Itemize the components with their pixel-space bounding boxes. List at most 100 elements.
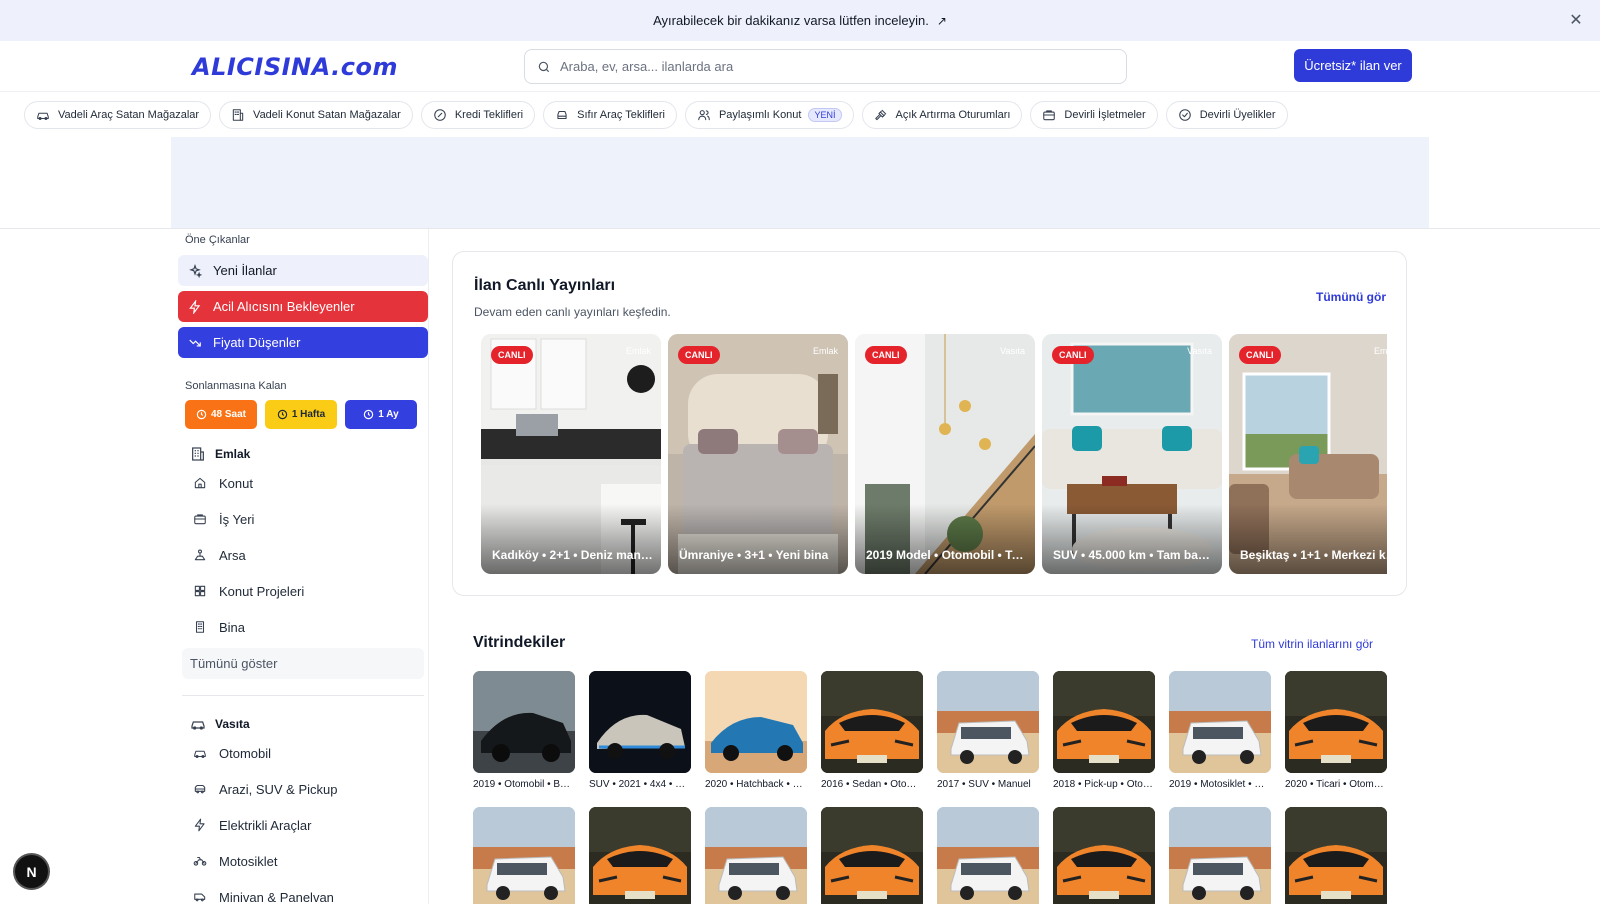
sidebar-category-item[interactable]: Minivan & Panelvan [193, 879, 428, 904]
showcase-item[interactable] [1053, 807, 1155, 904]
showcase-caption: SUV • 2021 • 4x4 • Dizel [589, 779, 691, 790]
see-all-link[interactable]: Tümünü gör [1316, 290, 1386, 304]
live-stream-card[interactable]: CANLI Emlak Kadıköy • 2+1 • Deniz manzaral… [481, 334, 661, 574]
live-stream-card[interactable]: CANLI Emlak Ümraniye • 3+1 • Yeni bina [668, 334, 848, 574]
home-icon [193, 476, 219, 490]
sparkles-icon [189, 263, 202, 278]
sidebar-divider [428, 229, 429, 904]
land-icon [193, 548, 219, 562]
sidebar-category-item[interactable]: Arsa [193, 537, 428, 573]
showcase-item[interactable] [821, 807, 923, 904]
site-logo[interactable]: ALICISINA.com [192, 53, 398, 81]
category-emlak[interactable]: Emlak [190, 443, 428, 465]
showcase-item[interactable]: 2019 • Otomobil • Benzin [473, 671, 575, 790]
post-ad-button[interactable]: Ücretsiz* ilan ver [1294, 49, 1412, 82]
remaining-label: Sonlanmasına Kalan [185, 380, 287, 392]
showcase-item[interactable] [937, 807, 1039, 904]
live-stream-card[interactable]: CANLI Vasıta SUV • 45.000 km • Tam bakımlı [1042, 334, 1222, 574]
listing-thumbnail [705, 807, 807, 904]
sidebar-item-urgent[interactable]: Acil Alıcısını Bekleyenler [178, 291, 428, 322]
sidebar-category-label: Motosiklet [219, 853, 278, 869]
sidebar-category-item[interactable]: Otomobil [193, 735, 428, 771]
search-box[interactable] [524, 49, 1127, 84]
sidebar-category-item[interactable]: Arazi, SUV & Pickup [193, 771, 428, 807]
quick-link-chip[interactable]: Devirli İşletmeler [1030, 100, 1158, 129]
showcase-item[interactable]: 2020 • Ticari • Otomatik [1285, 671, 1387, 790]
sidebar-category-label: Bina [219, 619, 246, 635]
listing-thumbnail [1285, 807, 1387, 904]
showcase-caption: 2020 • Ticari • Otomatik [1285, 779, 1387, 790]
live-stream-card[interactable]: CANLI Vasıta 2019 Model • Otomobil • Temiz [855, 334, 1035, 574]
site-header: ALICISINA.com Ücretsiz* ilan ver [0, 41, 1600, 92]
showcase-item[interactable] [589, 807, 691, 904]
check-circle-icon [1178, 108, 1192, 122]
quick-link-chip[interactable]: Paylaşımlı Konut YENİ [684, 100, 854, 129]
listing-thumbnail [589, 671, 691, 773]
showcase-grid: 2019 • Otomobil • Benzin SUV • 2021 • 4x4… [473, 671, 1408, 904]
search-input[interactable] [560, 59, 1100, 74]
show-all-button[interactable]: Tümünü göster [182, 648, 424, 679]
car-icon [36, 108, 50, 122]
building-icon [192, 447, 204, 461]
listing-thumbnail [1053, 671, 1155, 773]
showcase-item[interactable] [1285, 807, 1387, 904]
sidebar-category-item[interactable]: İş Yeri [193, 501, 428, 537]
announcement-text[interactable]: Ayırabilecek bir dakikanız varsa lütfen … [653, 13, 929, 28]
sidebar-item-label: Acil Alıcısını Bekleyenler [213, 299, 355, 314]
time-1w-button[interactable]: 1 Hafta [265, 400, 337, 429]
nav-avatar-button[interactable]: N [15, 855, 48, 888]
showcase-item[interactable]: 2019 • Motosiklet • Benzin [1169, 671, 1271, 790]
percent-icon [433, 108, 447, 122]
sidebar-category-item[interactable]: Konut Projeleri [193, 573, 428, 609]
quick-link-chip[interactable]: Kredi Teklifleri [420, 100, 536, 129]
quick-link-chip[interactable]: Devirli Üyelikler [1165, 100, 1288, 129]
search-icon [538, 61, 550, 72]
quick-link-chip[interactable]: Vadeli Araç Satan Mağazalar [24, 100, 212, 129]
live-carousel[interactable]: CANLI Emlak Kadıköy • 2+1 • Deniz manzaral… [481, 334, 1387, 574]
showcase-item[interactable]: 2016 • Sedan • Otomatik [821, 671, 923, 790]
external-link-icon[interactable]: ↗ [937, 14, 947, 28]
sidebar-item-price-drops[interactable]: Fiyatı Düşenler [178, 327, 428, 358]
category-title: Vasıta [215, 717, 250, 731]
showcase-item[interactable]: 2017 • SUV • Manuel [937, 671, 1039, 790]
clock-icon [196, 409, 207, 420]
featured-label: Öne Çıkanlar [185, 234, 250, 246]
showcase-item[interactable]: 2018 • Pick-up • Otomatik [1053, 671, 1155, 790]
category-vasita[interactable]: Vasıta [190, 713, 428, 735]
sidebar-category-item[interactable]: Konut [193, 465, 428, 501]
quick-link-chip[interactable]: Vadeli Konut Satan Mağazalar [219, 100, 413, 129]
showcase-item[interactable] [705, 807, 807, 904]
showcase-item[interactable] [1169, 807, 1271, 904]
car-icon [191, 721, 205, 730]
chip-label: Vadeli Konut Satan Mağazalar [253, 108, 401, 121]
live-caption: Ümraniye • 3+1 • Yeni bina [679, 548, 829, 562]
showcase-item[interactable]: SUV • 2021 • 4x4 • Dizel [589, 671, 691, 790]
sidebar-category-item[interactable]: Bina [193, 609, 428, 645]
live-stream-card[interactable]: CANLI Emlak Beşiktaş • 1+1 • Merkezi konum [1229, 334, 1387, 574]
sidebar-item-new-listings[interactable]: Yeni İlanlar [178, 255, 428, 286]
close-icon[interactable]: ✕ [1566, 10, 1586, 30]
section-subtitle: Devam eden canlı yayınları keşfedin. [474, 305, 671, 319]
quick-link-chip[interactable]: Sıfır Araç Teklifleri [543, 100, 677, 129]
see-all-showcase-link[interactable]: Tüm vitrin ilanlarını gör [1251, 637, 1373, 651]
showcase-item[interactable]: 2020 • Hatchback • Benzin [705, 671, 807, 790]
chip-label: Devirli İşletmeler [1064, 108, 1146, 121]
time-1m-button[interactable]: 1 Ay [345, 400, 417, 429]
category-tag: Vasıta [1000, 346, 1025, 356]
showcase-caption: 2018 • Pick-up • Otomatik [1053, 779, 1155, 790]
live-badge: CANLI [1052, 346, 1094, 364]
time-1w-label: 1 Hafta [291, 409, 326, 420]
quick-link-chip[interactable]: Açık Artırma Oturumları [861, 100, 1023, 129]
chip-label: Vadeli Araç Satan Mağazalar [58, 108, 200, 121]
time-48h-button[interactable]: 48 Saat [185, 400, 257, 429]
clock-icon [277, 409, 288, 420]
listing-thumbnail [473, 671, 575, 773]
live-streams-section: İlan Canlı Yayınları Devam eden canlı ya… [452, 251, 1407, 596]
listing-thumbnail [473, 807, 575, 904]
sidebar-category-item[interactable]: Elektrikli Araçlar [193, 807, 428, 843]
showcase-caption: 2017 • SUV • Manuel [937, 779, 1031, 790]
sidebar-category-item[interactable]: Motosiklet [193, 843, 428, 879]
live-badge: CANLI [678, 346, 720, 364]
building-icon [231, 108, 245, 122]
showcase-item[interactable] [473, 807, 575, 904]
